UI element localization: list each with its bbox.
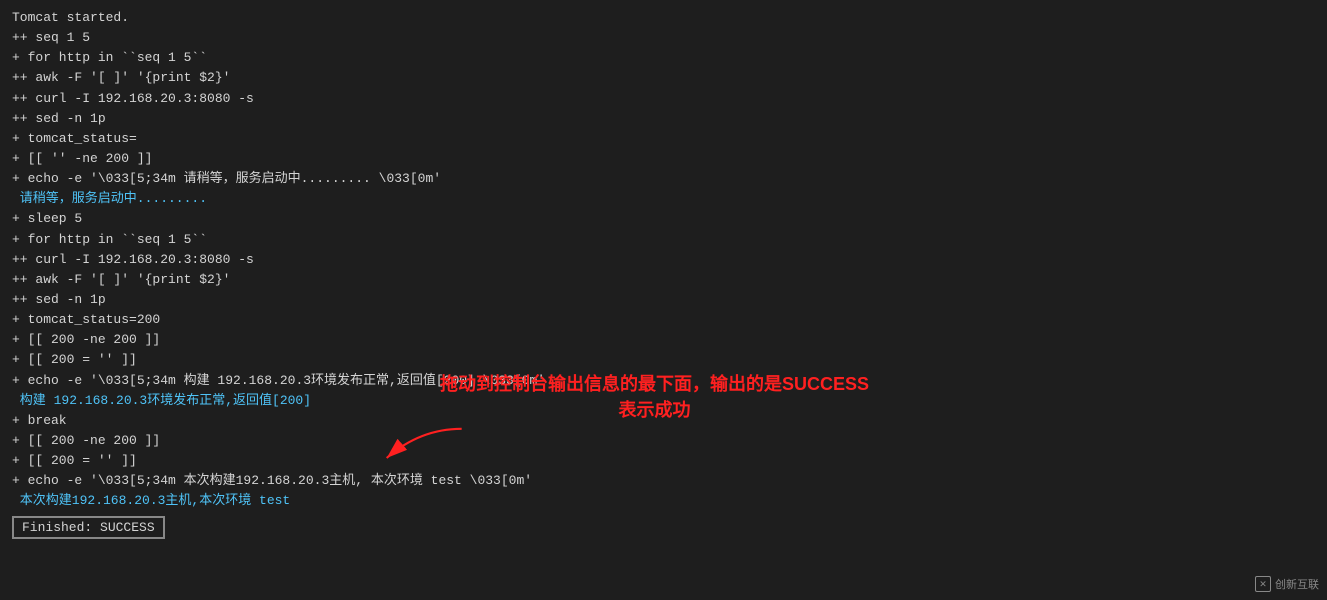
terminal-line: ++ sed -n 1p	[12, 290, 1315, 310]
terminal-container: Tomcat started.++ seq 1 5+ for http in `…	[0, 0, 1327, 600]
watermark-icon: ✕	[1255, 576, 1271, 592]
finished-success-box: Finished: SUCCESS	[12, 516, 165, 539]
terminal-line: + sleep 5	[12, 209, 1315, 229]
watermark: ✕ 创新互联	[1255, 576, 1319, 592]
terminal-line: + [[ 200 = '' ]]	[12, 350, 1315, 370]
terminal-line: Tomcat started.	[12, 8, 1315, 28]
terminal-line: + for http in ``seq 1 5``	[12, 230, 1315, 250]
terminal-line: 本次构建192.168.20.3主机,本次环境 test	[12, 491, 1315, 511]
terminal-line: ++ awk -F '[ ]' '{print $2}'	[12, 270, 1315, 290]
terminal-line: + break	[12, 411, 1315, 431]
terminal-line: + echo -e '\033[5;34m 构建 192.168.20.3环境发…	[12, 371, 1315, 391]
watermark-text: 创新互联	[1275, 576, 1319, 592]
terminal-line: + [[ 200 = '' ]]	[12, 451, 1315, 471]
terminal-line: + tomcat_status=	[12, 129, 1315, 149]
terminal-line: + echo -e '\033[5;34m 本次构建192.168.20.3主机…	[12, 471, 1315, 491]
terminal-line: ++ sed -n 1p	[12, 109, 1315, 129]
terminal-line: + [[ '' -ne 200 ]]	[12, 149, 1315, 169]
terminal-output: Tomcat started.++ seq 1 5+ for http in `…	[12, 8, 1315, 539]
terminal-line: ++ curl -I 192.168.20.3:8080 -s	[12, 89, 1315, 109]
terminal-line: + [[ 200 -ne 200 ]]	[12, 330, 1315, 350]
terminal-line: 请稍等，服务启动中.........	[12, 189, 1315, 209]
terminal-line: ++ awk -F '[ ]' '{print $2}'	[12, 68, 1315, 88]
terminal-line: + for http in ``seq 1 5``	[12, 48, 1315, 68]
terminal-line: + tomcat_status=200	[12, 310, 1315, 330]
terminal-line: ++ curl -I 192.168.20.3:8080 -s	[12, 250, 1315, 270]
terminal-line: + echo -e '\033[5;34m 请稍等，服务启动中.........…	[12, 169, 1315, 189]
terminal-line: + [[ 200 -ne 200 ]]	[12, 431, 1315, 451]
terminal-line: 构建 192.168.20.3环境发布正常,返回值[200]	[12, 391, 1315, 411]
terminal-line: ++ seq 1 5	[12, 28, 1315, 48]
